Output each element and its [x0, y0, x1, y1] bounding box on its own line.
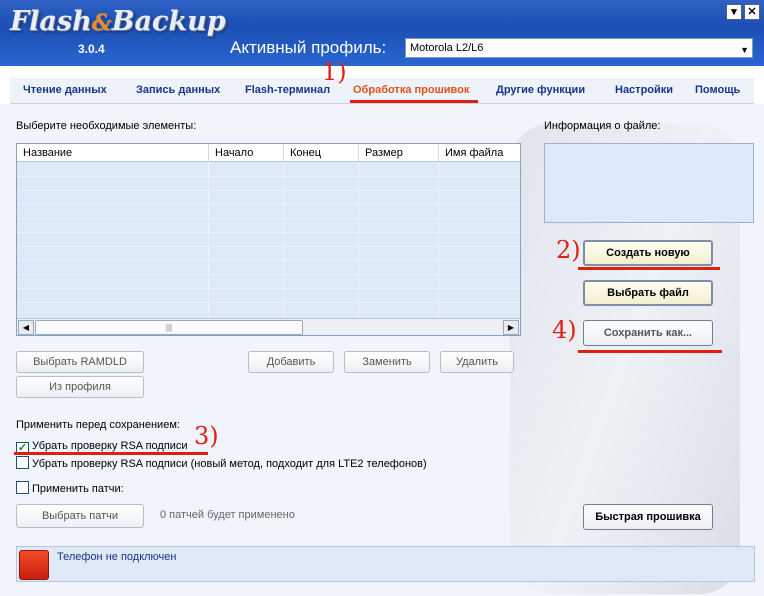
app-version: 3.0.4: [78, 42, 105, 56]
fast-flash-button[interactable]: Быстрая прошивка: [583, 504, 713, 530]
table-gridline: [17, 288, 520, 289]
delete-button[interactable]: Удалить: [440, 351, 514, 373]
file-info-label: Информация о файле:: [544, 120, 661, 132]
remove-rsa-new-method-row[interactable]: Убрать проверку RSA подписи (новый метод…: [16, 456, 427, 470]
app-header: Flash&Backup 3.0.4 Активный профиль: Mot…: [0, 0, 764, 66]
annotation-1: 1): [322, 58, 347, 86]
table-gridline: [17, 204, 520, 205]
annotation-2: 2): [556, 236, 581, 264]
table-gridline: [17, 176, 520, 177]
status-text: Телефон не подключен: [57, 551, 177, 563]
table-gridline: [17, 232, 520, 233]
select-patches-button[interactable]: Выбрать патчи: [16, 504, 144, 528]
annotation-4: 4): [552, 316, 577, 344]
table-gridline: [17, 274, 520, 275]
annotation-underline: [578, 267, 720, 270]
tab-write-data[interactable]: Запись данных: [136, 84, 220, 96]
profile-select[interactable]: Motorola L2/L6 ▼: [405, 38, 753, 58]
status-bar: Телефон не подключен: [16, 546, 755, 582]
table-gridline: [17, 246, 520, 247]
tab-other-functions[interactable]: Другие функции: [496, 84, 585, 96]
column-filename[interactable]: Имя файла: [439, 144, 520, 162]
tab-flash-terminal[interactable]: Flash-терминал: [245, 84, 330, 96]
annotation-underline: [578, 350, 722, 353]
checkbox-unchecked-icon[interactable]: [16, 481, 29, 494]
table-gridline: [17, 190, 520, 191]
horizontal-scrollbar[interactable]: ◀ ||| ▶: [17, 318, 520, 335]
select-elements-label: Выберите необходимые элементы:: [16, 120, 197, 132]
select-ramdld-button[interactable]: Выбрать RAMDLD: [16, 351, 144, 373]
scroll-left-arrow-icon[interactable]: ◀: [18, 320, 34, 335]
checkbox-unchecked-icon[interactable]: [16, 456, 29, 469]
table-gridline: [208, 162, 209, 318]
close-button[interactable]: ✕: [744, 4, 760, 20]
column-size[interactable]: Размер: [359, 144, 439, 162]
replace-button[interactable]: Заменить: [344, 351, 430, 373]
save-as-button[interactable]: Сохранить как...: [583, 320, 713, 346]
add-button[interactable]: Добавить: [248, 351, 334, 373]
profile-label: Активный профиль:: [230, 38, 387, 57]
firmware-elements-table[interactable]: Название Начало Конец Размер Имя файла ◀…: [16, 143, 521, 336]
apply-patches-row[interactable]: Применить патчи:: [16, 481, 124, 495]
app-logo: Flash&Backup: [10, 6, 226, 37]
scroll-right-arrow-icon[interactable]: ▶: [503, 320, 519, 335]
annotation-underline: [14, 452, 208, 455]
table-gridline: [17, 260, 520, 261]
chevron-down-icon[interactable]: ▼: [740, 41, 749, 59]
annotation-3: 3): [194, 422, 219, 450]
apply-before-save-label: Применить перед сохранением:: [16, 419, 180, 431]
scrollbar-thumb[interactable]: |||: [35, 320, 303, 335]
column-start[interactable]: Начало: [209, 144, 284, 162]
table-gridline: [438, 162, 439, 318]
table-gridline: [17, 218, 520, 219]
logo-text-flash: Flash: [10, 6, 92, 37]
logo-ampersand: &: [91, 10, 112, 36]
tab-settings[interactable]: Настройки: [615, 84, 673, 96]
patches-count-text: 0 патчей будет применено: [160, 509, 295, 521]
table-header: Название Начало Конец Размер Имя файла: [17, 144, 520, 162]
table-gridline: [283, 162, 284, 318]
column-end[interactable]: Конец: [284, 144, 359, 162]
tab-help[interactable]: Помощь: [695, 84, 740, 96]
apply-patches-label: Применить патчи:: [32, 483, 124, 495]
file-info-box: [544, 143, 754, 223]
minimize-button[interactable]: ▾: [726, 4, 742, 20]
remove-rsa-new-method-label: Убрать проверку RSA подписи (новый метод…: [32, 458, 427, 470]
profile-select-value: Motorola L2/L6: [410, 42, 484, 54]
tab-firmware-processing[interactable]: Обработка прошивок: [353, 84, 469, 96]
table-gridline: [17, 302, 520, 303]
tab-read-data[interactable]: Чтение данных: [23, 84, 107, 96]
table-gridline: [358, 162, 359, 318]
create-new-button[interactable]: Создать новую: [583, 240, 713, 266]
annotation-underline: [350, 100, 478, 103]
remove-rsa-check-label: Убрать проверку RSA подписи: [32, 440, 188, 452]
status-led-icon: [19, 550, 49, 580]
from-profile-button[interactable]: Из профиля: [16, 376, 144, 398]
column-name[interactable]: Название: [17, 144, 209, 162]
logo-text-backup: Backup: [111, 6, 226, 37]
select-file-button[interactable]: Выбрать файл: [583, 280, 713, 306]
